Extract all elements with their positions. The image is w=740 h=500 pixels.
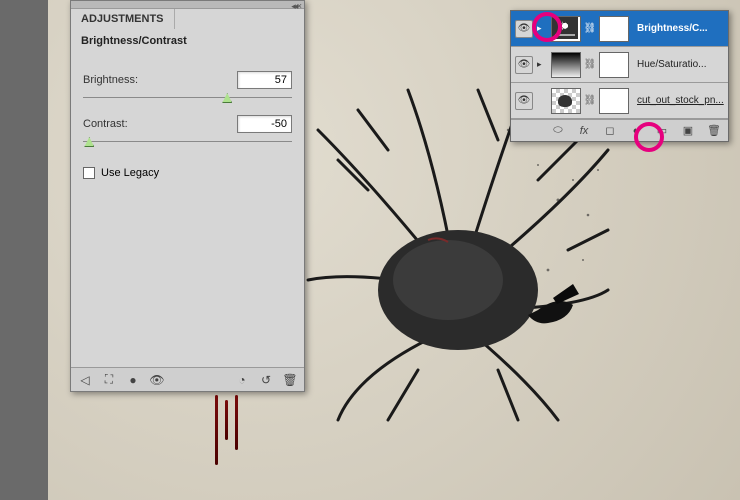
layer-name-label: Brightness/C...: [633, 23, 724, 34]
prev-state-icon[interactable]: ◔: [234, 372, 250, 388]
layer-row-brightness[interactable]: 👁 ▸ ⛓ Brightness/C...: [511, 11, 728, 47]
link-icon[interactable]: ⛓: [585, 22, 595, 36]
image-thumb[interactable]: [551, 88, 581, 114]
brightness-label: Brightness:: [83, 74, 138, 86]
visibility-toggle[interactable]: 👁: [515, 92, 533, 110]
layer-mask-thumb[interactable]: [599, 16, 629, 42]
panel-tab-bar: ADJUSTMENTS: [71, 9, 304, 29]
panel-menu-icon[interactable]: ◂◂ ×: [291, 1, 300, 12]
layer-name-label: Hue/Saturatio...: [633, 59, 724, 70]
link-icon[interactable]: ⛓: [585, 94, 595, 108]
blood-drips: [213, 395, 273, 475]
disclose-icon[interactable]: ▸: [537, 59, 547, 70]
layer-row-cutout[interactable]: 👁 ▸ ⛓ cut_out_stock_pn...: [511, 83, 728, 119]
back-icon[interactable]: ◁: [77, 372, 93, 388]
layer-row-hue[interactable]: 👁 ▸ ⛓ Hue/Saturatio...: [511, 47, 728, 83]
group-icon[interactable]: ▭: [654, 123, 670, 139]
use-legacy-checkbox[interactable]: [83, 167, 95, 179]
eye-footer-icon[interactable]: 👁: [149, 372, 165, 388]
disclose-icon[interactable]: ▸: [537, 23, 547, 34]
adjustment-type-title: Brightness/Contrast: [71, 29, 304, 57]
clip-icon[interactable]: ●: [125, 372, 141, 388]
layer-mask-thumb[interactable]: [599, 88, 629, 114]
link-icon[interactable]: ⛓: [585, 58, 595, 72]
brightness-slider[interactable]: [83, 91, 292, 105]
panel-drag-bar[interactable]: ◂◂ ×: [71, 1, 304, 9]
adjustment-layer-icon[interactable]: ◐: [628, 123, 644, 139]
delete-layer-icon[interactable]: 🗑: [706, 123, 722, 139]
visibility-toggle[interactable]: 👁: [515, 20, 533, 38]
reset-icon[interactable]: ↺: [258, 372, 274, 388]
new-layer-icon[interactable]: ▣: [680, 123, 696, 139]
brightness-input[interactable]: [237, 71, 292, 89]
adjustments-footer: ◁ ⛶ ● 👁 ◔ ↺ 🗑: [71, 367, 304, 391]
link-footer-icon[interactable]: ⬭: [550, 123, 566, 139]
layers-panel: 👁 ▸ ⛓ Brightness/C... 👁 ▸ ⛓ Hue/Saturati…: [510, 10, 729, 142]
layer-mask-thumb[interactable]: [599, 52, 629, 78]
adjustment-thumb[interactable]: [551, 16, 581, 42]
fx-icon[interactable]: fx: [576, 123, 592, 139]
adjustments-panel: ◂◂ × ADJUSTMENTS Brightness/Contrast Bri…: [70, 0, 305, 392]
expand-icon[interactable]: ⛶: [101, 372, 117, 388]
layer-name-label: cut_out_stock_pn...: [633, 95, 724, 106]
contrast-slider[interactable]: [83, 135, 292, 149]
mask-footer-icon[interactable]: ◻: [602, 123, 618, 139]
layers-footer: ⬭ fx ◻ ◐ ▭ ▣ 🗑: [511, 119, 728, 141]
use-legacy-label: Use Legacy: [101, 167, 159, 179]
adjustments-tab[interactable]: ADJUSTMENTS: [71, 9, 175, 29]
contrast-input[interactable]: [237, 115, 292, 133]
contrast-label: Contrast:: [83, 118, 128, 130]
visibility-toggle[interactable]: 👁: [515, 56, 533, 74]
trash-icon[interactable]: 🗑: [282, 372, 298, 388]
adjustment-thumb[interactable]: [551, 52, 581, 78]
